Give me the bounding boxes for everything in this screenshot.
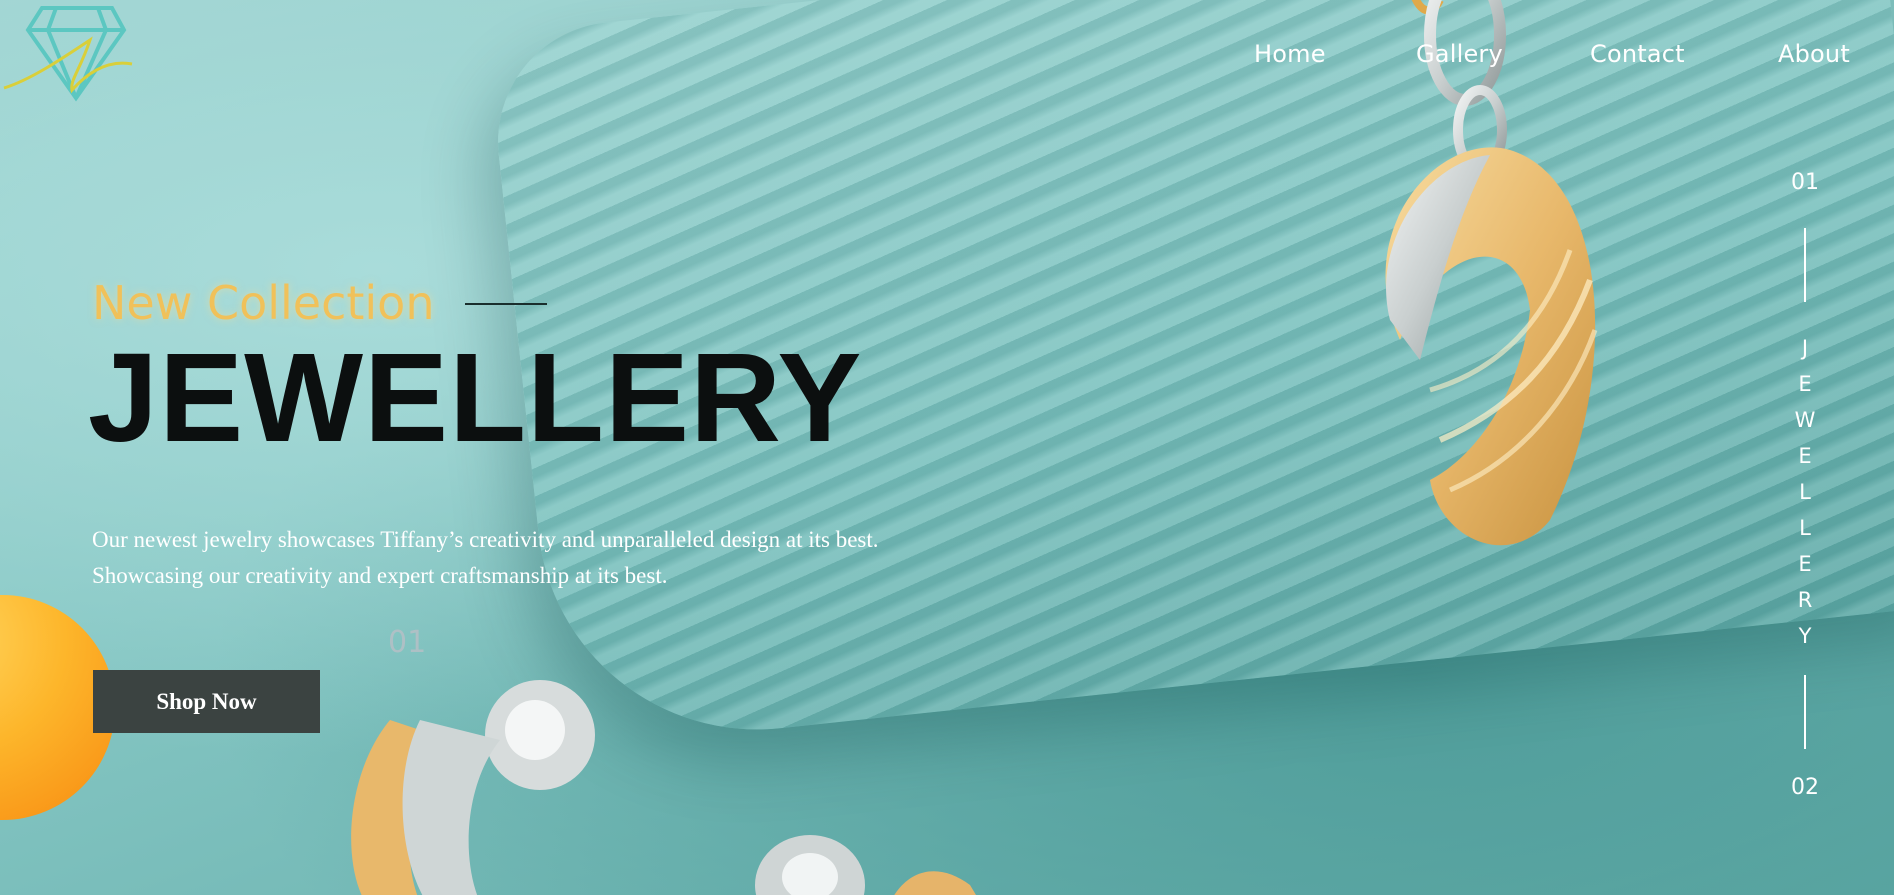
indicator-letter: E (1798, 372, 1812, 396)
main-nav: Home Gallery Contact About (0, 40, 1894, 80)
indicator-top-line (1804, 228, 1806, 302)
indicator-letter: Y (1798, 624, 1812, 648)
nav-about-link[interactable]: About (1778, 40, 1850, 68)
slider-indicator: 01 J E W E L L E R Y 02 (1770, 170, 1840, 810)
hero-description-line: Our newest jewelry showcases Tiffany’s c… (92, 527, 879, 552)
indicator-letter: R (1797, 588, 1813, 612)
nav-contact-link[interactable]: Contact (1590, 40, 1685, 68)
indicator-letter: E (1798, 552, 1812, 576)
indicator-letter: W (1794, 408, 1816, 432)
indicator-letter: J (1801, 336, 1809, 360)
slide-end-number[interactable]: 02 (1770, 775, 1840, 800)
indicator-letter: L (1799, 516, 1811, 540)
nav-gallery-link[interactable]: Gallery (1416, 40, 1503, 68)
shop-now-button[interactable]: Shop Now (93, 670, 320, 733)
hero-description-line: Showcasing our creativity and expert cra… (92, 563, 668, 588)
hero-description: Our newest jewelry showcases Tiffany’s c… (92, 522, 952, 594)
slide-number-ghost: 01 (388, 625, 427, 660)
indicator-bottom-line (1804, 675, 1806, 749)
hero-title: JEWELLERY (88, 327, 863, 468)
nav-home-link[interactable]: Home (1254, 40, 1326, 68)
pendant-image (1385, 0, 1598, 546)
earring-image-left (351, 680, 595, 895)
indicator-letter: L (1799, 480, 1811, 504)
indicator-letters: J E W E L L E R Y (1770, 330, 1840, 654)
hero-eyebrow: New Collection (92, 276, 435, 330)
indicator-letter: E (1798, 444, 1812, 468)
slide-start-number[interactable]: 01 (1770, 170, 1840, 195)
earring-image-right (755, 835, 976, 895)
eyebrow-divider (465, 303, 547, 305)
